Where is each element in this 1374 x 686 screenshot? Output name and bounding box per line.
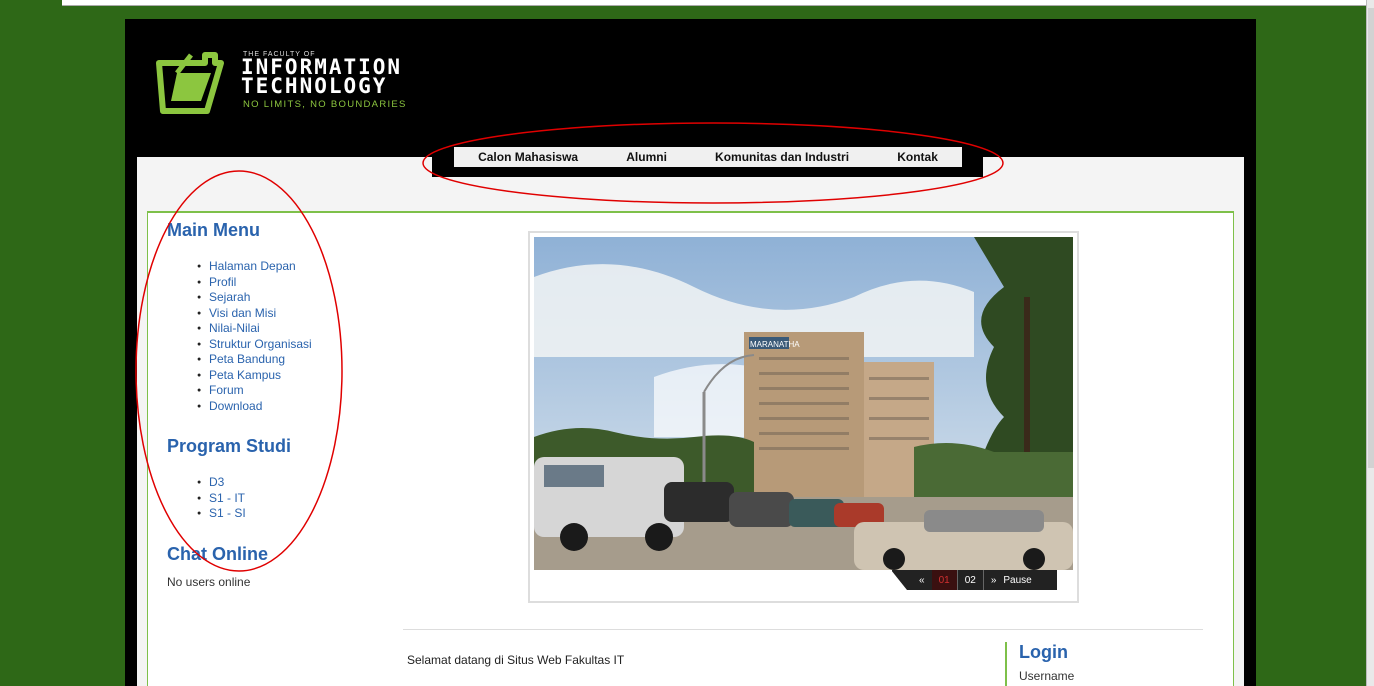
menu-item-peta-kampus[interactable]: Peta Kampus [197,368,367,384]
username-label: Username [1019,669,1075,683]
building-sign-text: MARANATHA [750,340,800,349]
welcome-text: Selamat datang di Situs Web Fakultas IT [407,653,625,667]
menu-item-halaman-depan[interactable]: Halaman Depan [197,259,367,275]
menu-item-download[interactable]: Download [197,399,367,415]
site-header: THE FACULTY OF INFORMATION TECHNOLOGY NO… [125,19,1256,157]
chat-status-text: No users online [167,574,251,589]
faculty-logo-icon [156,52,224,114]
menu-item-visi-misi[interactable]: Visi dan Misi [197,306,367,322]
site-frame: THE FACULTY OF INFORMATION TECHNOLOGY NO… [125,19,1256,686]
menu-item-struktur-organisasi[interactable]: Struktur Organisasi [197,337,367,353]
top-navbar: Calon Mahasiswa Alumni Komunitas dan Ind… [432,145,983,177]
slide-pause-button[interactable]: Pause [1003,570,1038,590]
menu-item-sejarah[interactable]: Sejarah [197,290,367,306]
slide-1-button[interactable]: 01 [931,570,957,590]
nav-calon-mahasiswa[interactable]: Calon Mahasiswa [478,150,578,164]
slide-prev-button[interactable]: « [912,570,932,590]
chat-online-heading: Chat Online [167,543,269,564]
login-heading: Login [1019,642,1068,662]
menu-item-profil[interactable]: Profil [197,275,367,291]
logo-tagline: NO LIMITS, NO BOUNDARIES [243,99,407,110]
slideshow: MARANATHA « 01 02 » Pause [528,231,1079,603]
scrollbar-thumb[interactable] [1368,8,1374,468]
menu-item-peta-bandung[interactable]: Peta Bandung [197,352,367,368]
slide-next-button[interactable]: » [984,570,1004,590]
slide-2-button[interactable]: 02 [958,570,983,590]
nav-kontak[interactable]: Kontak [897,150,938,164]
main-menu-list: Halaman Depan Profil Sejarah Visi dan Mi… [197,259,367,414]
nav-inner: Calon Mahasiswa Alumni Komunitas dan Ind… [454,147,962,167]
nav-alumni[interactable]: Alumni [626,150,667,164]
content-area: Main Menu Halaman Depan Profil Sejarah V… [137,157,1244,686]
login-box: Login Username [1005,642,1125,686]
page-scrollbar[interactable] [1366,0,1374,686]
program-studi-list: D3 S1 - IT S1 - SI [197,475,367,522]
logo-line-2: TECHNOLOGY [241,74,388,98]
menu-item-forum[interactable]: Forum [197,383,367,399]
program-item-s1-si[interactable]: S1 - SI [197,506,367,522]
content-divider [403,629,1203,630]
controls-notch [891,570,907,590]
menu-item-nilai-nilai[interactable]: Nilai-Nilai [197,321,367,337]
campus-photo: MARANATHA [534,237,1073,570]
program-studi-heading: Program Studi [167,436,292,456]
slideshow-controls: « 01 02 » Pause [891,570,1057,590]
program-item-s1-it[interactable]: S1 - IT [197,491,367,507]
sidebar: Main Menu Halaman Depan Profil Sejarah V… [167,220,367,589]
nav-komunitas-industri[interactable]: Komunitas dan Industri [715,150,849,164]
main-menu-heading: Main Menu [167,220,260,240]
browser-top-edge [62,0,1374,6]
program-item-d3[interactable]: D3 [197,475,367,491]
